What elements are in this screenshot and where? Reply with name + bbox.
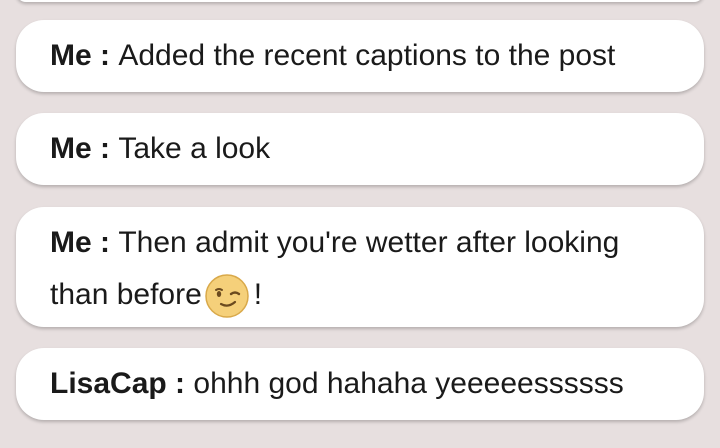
message-bubble[interactable]: LisaCap : ohhh god hahaha yeeeeessssss — [16, 348, 704, 420]
message-separator: : — [91, 132, 119, 165]
message-sender: Me — [50, 39, 92, 72]
message-bubble-partial — [16, 0, 704, 2]
message-sender: Me — [50, 226, 92, 259]
message-separator: : — [91, 39, 119, 72]
message-sender: Me — [50, 132, 92, 165]
wink-emoji-icon — [205, 274, 249, 318]
chat-screen: Me : Added the recent captions to the po… — [0, 0, 720, 448]
message-separator: : — [91, 226, 119, 259]
message-text: Then admit you're wetter after looking t… — [50, 226, 620, 311]
message-text: Take a look — [118, 132, 271, 165]
message-sender: LisaCap — [50, 367, 167, 400]
message-text: ohhh god hahaha yeeeeessssss — [193, 367, 624, 400]
message-bubble[interactable]: Me : Then admit you're wetter after look… — [16, 207, 704, 327]
message-text: Added the recent captions to the post — [118, 39, 616, 72]
message-separator: : — [166, 367, 194, 400]
message-bubble[interactable]: Me : Added the recent captions to the po… — [16, 20, 704, 92]
message-bubble[interactable]: Me : Take a look — [16, 113, 704, 185]
message-text-suffix: ! — [253, 278, 263, 311]
